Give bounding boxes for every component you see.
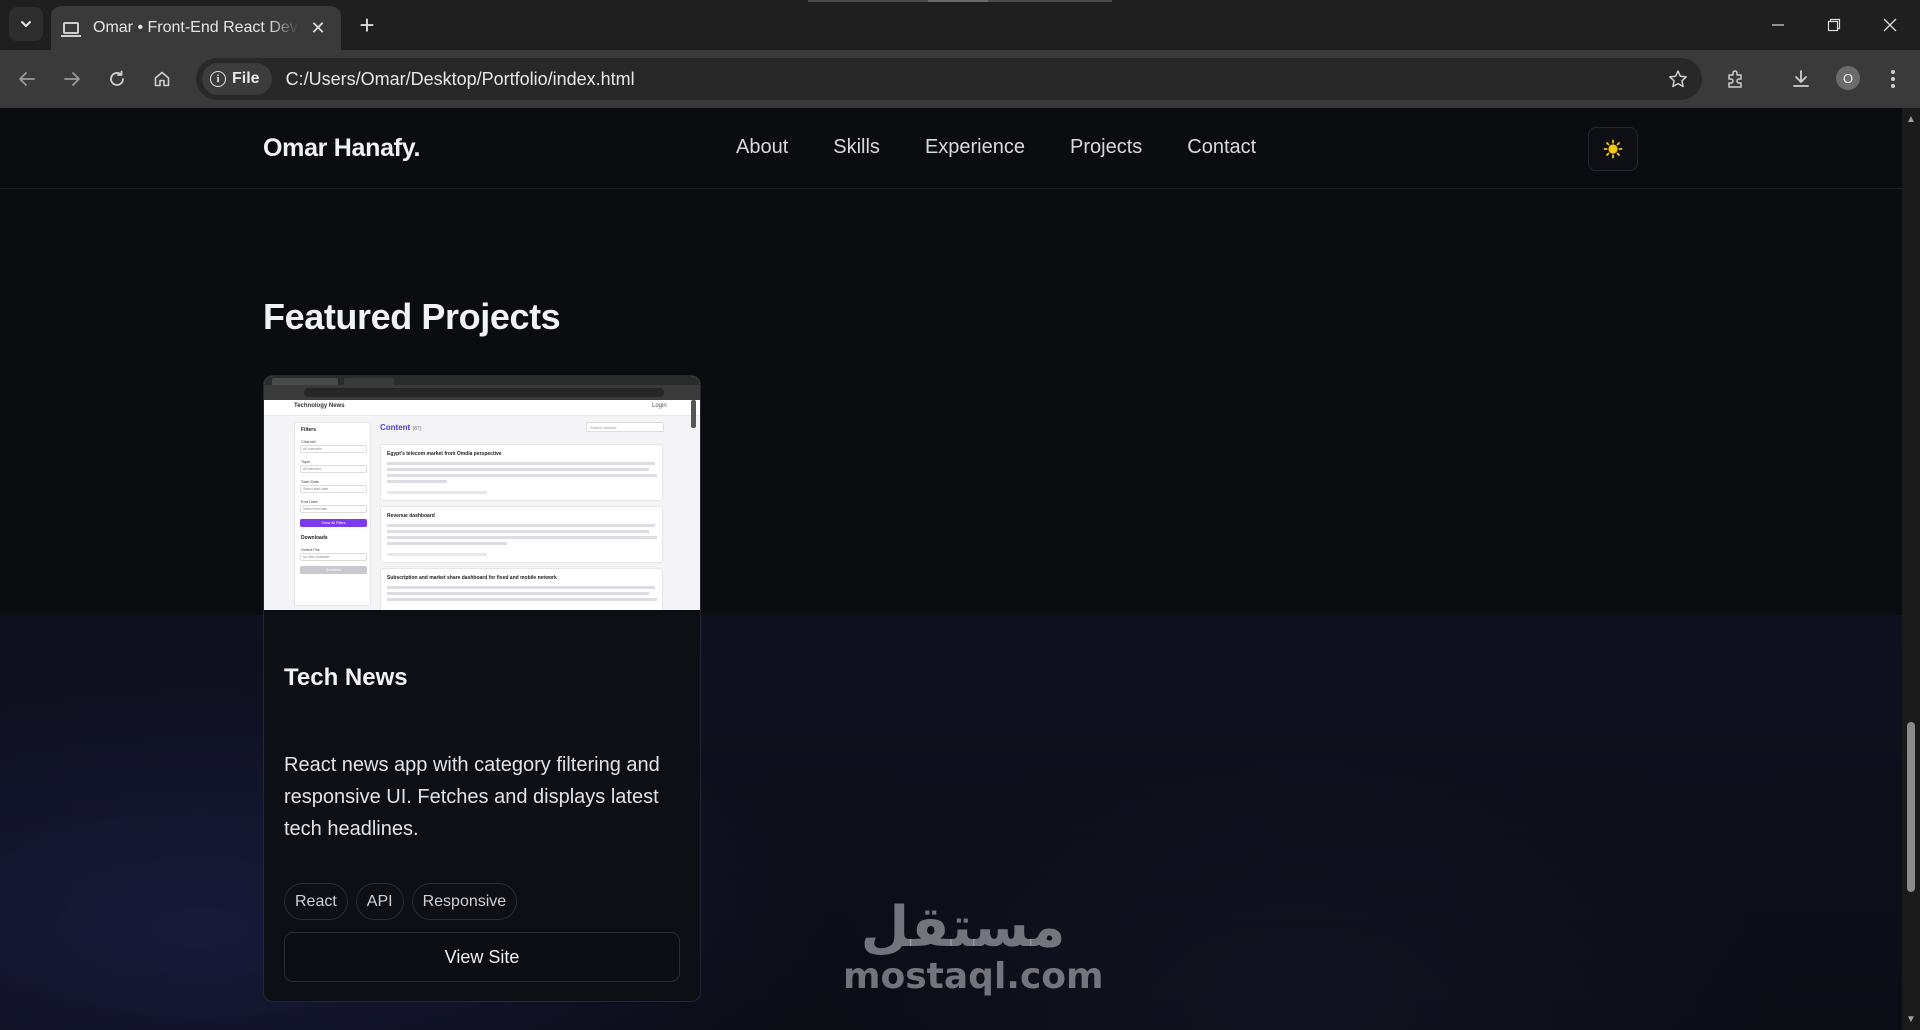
thumb-toolbar <box>264 385 700 400</box>
browser-tabstrip: Omar • Front-End React Developer ✕ + <box>0 0 1920 50</box>
close-window-button[interactable] <box>1862 0 1918 50</box>
tag-api: API <box>355 883 404 920</box>
tab-title: Omar • Front-End React Developer <box>93 19 299 36</box>
home-icon <box>154 71 170 87</box>
reload-button[interactable] <box>100 62 134 96</box>
minimize-icon <box>1772 24 1784 26</box>
tab-group-indicator <box>808 0 1112 2</box>
site-info-chip[interactable]: i File <box>202 63 272 95</box>
tag-responsive: Responsive <box>411 883 518 920</box>
thumb-sidebar: Filters Channel All channels Topic All s… <box>294 422 371 606</box>
arrow-left-icon <box>19 72 35 86</box>
minimize-button[interactable] <box>1750 0 1806 50</box>
back-button[interactable] <box>10 62 44 96</box>
download-icon <box>1793 70 1809 87</box>
browser-toolbar: i File C:/Users/Omar/Desktop/Portfolio/i… <box>0 50 1920 108</box>
thumb-filters-heading: Filters <box>301 427 317 433</box>
tag-react: React <box>284 883 348 920</box>
theme-toggle-button[interactable] <box>1588 127 1638 171</box>
new-tab-button[interactable]: + <box>353 10 381 40</box>
thumb-tabstrip <box>264 376 700 385</box>
thumb-field-input: All channels <box>300 445 367 453</box>
thumb-article-title: Revenue dashboard <box>387 513 435 519</box>
arrow-right-icon <box>64 72 80 86</box>
thumb-content-title: Content <box>380 423 411 432</box>
tab-search-button[interactable] <box>9 7 43 41</box>
thumb-field-label: End Date <box>301 499 318 504</box>
thumb-appbar: Technology News Login <box>264 400 700 416</box>
site-brand[interactable]: Omar Hanafy. <box>263 134 420 163</box>
project-card: Technology News Login Filters Channel Al… <box>263 375 701 1002</box>
thumb-field-label: Channel <box>301 439 316 444</box>
more-vertical-icon <box>1891 70 1895 88</box>
watermark-arabic: مستقل <box>860 895 1066 960</box>
scrollbar-thumb[interactable] <box>1907 722 1915 892</box>
project-description: React news app with category filtering a… <box>284 754 660 840</box>
thumb-article-title: Egypt's telecom market from Omdia perspe… <box>387 451 502 457</box>
thumb-field-input: Select start date <box>300 485 367 493</box>
puzzle-icon <box>1728 70 1742 88</box>
home-button[interactable] <box>145 62 179 96</box>
chevron-down-icon <box>21 21 31 27</box>
watermark-latin: mostaql.com <box>843 956 1104 997</box>
browser-tab-active[interactable]: Omar • Front-End React Developer ✕ <box>51 6 341 50</box>
nav-link-projects[interactable]: Projects <box>1070 136 1142 159</box>
extensions-button[interactable] <box>1719 62 1753 96</box>
thumb-field-input: Select end date <box>300 505 367 513</box>
thumb-field-label: Topic <box>301 459 311 464</box>
close-icon[interactable]: ✕ <box>307 17 329 39</box>
site-info-label: File <box>232 70 260 87</box>
reload-icon <box>110 70 124 86</box>
nav-link-contact[interactable]: Contact <box>1187 136 1256 159</box>
thumb-apply-button: Show All Filters <box>300 519 367 527</box>
thumb-scrollbar <box>691 400 696 428</box>
thumb-downloads-heading: Downloads <box>301 535 328 541</box>
nav-link-experience[interactable]: Experience <box>925 136 1025 159</box>
thumb-login: Login <box>652 403 667 409</box>
forward-button[interactable] <box>55 62 89 96</box>
downloads-button[interactable] <box>1784 62 1818 96</box>
url-text[interactable]: C:/Users/Omar/Desktop/Portfolio/index.ht… <box>286 69 1668 90</box>
projects-section-title: Featured Projects <box>263 296 561 337</box>
restore-button[interactable] <box>1806 0 1862 50</box>
thumb-field-label: Select File <box>301 547 320 552</box>
thumb-article-card: Subscription and market share dashboard … <box>380 568 663 610</box>
info-icon: i <box>210 71 226 87</box>
thumb-app-name: Technology News <box>294 403 345 409</box>
address-bar[interactable]: i File C:/Users/Omar/Desktop/Portfolio/i… <box>196 58 1702 100</box>
thumb-article-title: Subscription and market share dashboard … <box>387 575 557 581</box>
scroll-up-arrow-icon[interactable]: ▲ <box>1902 110 1920 128</box>
page-viewport: Omar Hanafy. About Skills Experience Pro… <box>0 108 1902 1030</box>
site-nav: About Skills Experience Projects Contact <box>736 136 1256 159</box>
thumb-content-heading: Content (87) <box>380 423 421 432</box>
view-site-button[interactable]: View Site <box>284 932 680 982</box>
thumb-article-card: Revenue dashboard <box>380 506 663 563</box>
bookmark-star-icon[interactable] <box>1668 69 1688 89</box>
project-tags: React API Responsive <box>284 883 518 920</box>
profile-avatar[interactable]: O <box>1836 66 1860 90</box>
thumb-article-card: Egypt's telecom market from Omdia perspe… <box>380 444 663 501</box>
thumb-field-label: Start Date <box>301 479 320 484</box>
nav-link-about[interactable]: About <box>736 136 788 159</box>
thumb-field-input: No files available <box>300 553 367 561</box>
close-icon <box>1883 18 1897 32</box>
project-title: Tech News <box>284 664 408 691</box>
project-screenshot: Technology News Login Filters Channel Al… <box>264 376 700 610</box>
nav-link-skills[interactable]: Skills <box>833 136 880 159</box>
sun-icon <box>1603 139 1623 159</box>
mostaql-watermark: مستقل mostaql.com <box>843 895 1104 997</box>
thumb-download-button: Download <box>300 566 367 574</box>
thumb-content-count: (87) <box>412 426 422 432</box>
thumb-field-input: All selected <box>300 465 367 473</box>
scroll-down-arrow-icon[interactable]: ▼ <box>1902 1010 1920 1028</box>
page-scrollbar[interactable]: ▲ ▼ <box>1902 108 1920 1030</box>
browser-menu-button[interactable] <box>1876 62 1910 96</box>
laptop-icon <box>61 22 81 37</box>
thumb-search-input: Search articles <box>586 422 664 432</box>
restore-icon <box>1827 18 1841 32</box>
site-header: Omar Hanafy. About Skills Experience Pro… <box>0 108 1902 189</box>
